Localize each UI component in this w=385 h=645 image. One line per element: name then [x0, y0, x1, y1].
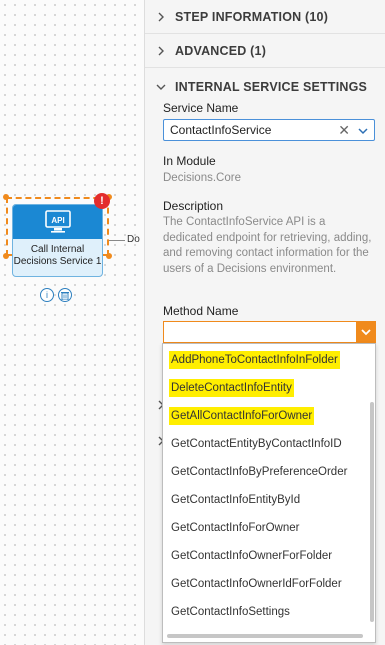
resize-handle[interactable]: [3, 253, 9, 259]
resize-handle[interactable]: [3, 194, 9, 200]
chevron-down-icon[interactable]: [357, 125, 369, 137]
description-label: Description: [163, 199, 224, 213]
dropdown-option[interactable]: GetContactInfoEntityById: [169, 491, 302, 509]
dropdown-option[interactable]: GetContactInfoByPreferenceOrder: [169, 463, 349, 481]
service-name-label: Service Name: [163, 101, 239, 115]
step-label: Call Internal Decisions Service 1: [13, 244, 102, 267]
vertical-scrollbar[interactable]: [370, 402, 374, 622]
service-name-value: ContactInfoService: [170, 123, 272, 137]
section-title: ADVANCED (1): [175, 43, 267, 58]
connector-line: [109, 240, 125, 241]
chevron-right-icon: [158, 12, 164, 21]
method-name-label: Method Name: [163, 304, 239, 318]
delete-icon[interactable]: [58, 288, 72, 302]
dropdown-option[interactable]: GetAllContactInfoForOwner: [169, 407, 315, 425]
description-text: The ContactInfoService API is a dedicate…: [163, 216, 372, 275]
method-dropdown-button[interactable]: [356, 321, 376, 343]
dropdown-option[interactable]: GetContactInfoOwnerIdForFolder: [169, 575, 344, 593]
dropdown-option[interactable]: GetContactInfoForOwner: [169, 519, 301, 537]
step-node-header: API: [13, 205, 102, 239]
horizontal-scrollbar[interactable]: [167, 634, 363, 638]
clear-icon[interactable]: ✕: [338, 120, 350, 140]
dropdown-option[interactable]: GetContactInfoSettings: [169, 603, 292, 621]
section-advanced[interactable]: ADVANCED (1): [145, 34, 385, 68]
section-title: STEP INFORMATION (10): [175, 9, 329, 24]
chevron-down-icon: [156, 84, 166, 90]
method-dropdown-list[interactable]: AddPhoneToContactInfoInFolder DeleteCont…: [162, 343, 376, 643]
section-title: INTERNAL SERVICE SETTINGS: [175, 80, 368, 94]
resize-handle[interactable]: [106, 253, 112, 259]
dropdown-option[interactable]: GetContactEntityByContactInfoID: [169, 435, 344, 453]
section-internal-service-settings[interactable]: INTERNAL SERVICE SETTINGS: [145, 70, 385, 104]
api-icon: API: [44, 210, 71, 233]
dropdown-option[interactable]: AddPhoneToContactInfoInFolder: [169, 351, 340, 369]
in-module-label: In Module: [163, 154, 216, 168]
in-module-value: Decisions.Core: [163, 172, 241, 184]
info-icon[interactable]: i: [40, 288, 54, 302]
service-name-select[interactable]: ContactInfoService ✕: [163, 119, 375, 141]
error-icon[interactable]: !: [94, 193, 110, 209]
dropdown-option[interactable]: GetContactInfoOwnerForFolder: [169, 547, 334, 565]
api-icon-text: API: [51, 216, 64, 225]
flow-step-node[interactable]: API Call Internal Decisions Service 1: [12, 204, 103, 277]
method-name-select[interactable]: [163, 321, 356, 343]
section-step-information[interactable]: STEP INFORMATION (10): [145, 0, 385, 34]
chevron-down-icon: [361, 329, 371, 336]
chevron-right-icon: [158, 46, 164, 55]
flow-canvas[interactable]: API Call Internal Decisions Service 1 ! …: [0, 0, 144, 645]
dropdown-option[interactable]: DeleteContactInfoEntity: [169, 379, 294, 397]
connector-label: Do: [127, 234, 140, 245]
